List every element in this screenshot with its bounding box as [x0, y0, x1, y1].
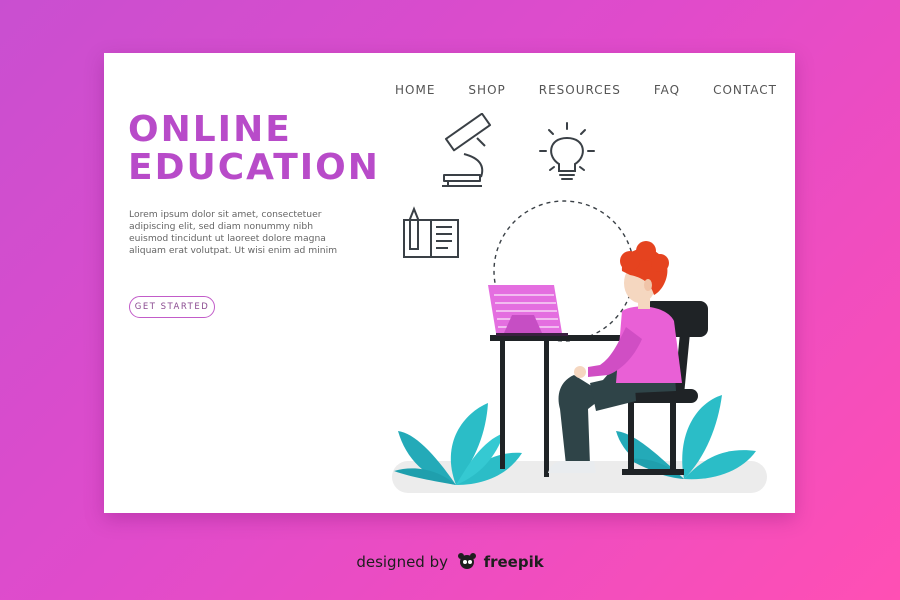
freepik-brand[interactable]: freepik — [484, 553, 544, 571]
microscope-icon — [442, 113, 492, 187]
landing-card: HOME SHOP RESOURCES FAQ CONTACT ONLINE E… — [104, 53, 795, 513]
person — [548, 241, 682, 473]
designed-by-text: designed by — [356, 553, 448, 571]
hero-title-line1: ONLINE — [128, 109, 292, 150]
footer-credit: designed by freepik — [0, 552, 900, 571]
nav-home[interactable]: HOME — [395, 83, 435, 97]
hero-title-line2: EDUCATION — [128, 147, 380, 188]
nav-faq[interactable]: FAQ — [654, 83, 680, 97]
hero-title: ONLINE EDUCATION — [128, 111, 380, 187]
hero-illustration — [392, 113, 767, 493]
notebook-pencil-icon — [403, 206, 459, 258]
lightbulb-icon — [539, 122, 595, 180]
nav-resources[interactable]: RESOURCES — [539, 83, 621, 97]
laptop — [488, 285, 568, 336]
nav-contact[interactable]: CONTACT — [713, 83, 777, 97]
freepik-logo-icon — [457, 553, 476, 569]
nav-shop[interactable]: SHOP — [468, 83, 505, 97]
top-nav: HOME SHOP RESOURCES FAQ CONTACT — [362, 83, 777, 97]
hero-body-text: Lorem ipsum dolor sit amet, consectetuer… — [129, 209, 338, 256]
get-started-button[interactable]: GET STARTED — [129, 296, 215, 318]
